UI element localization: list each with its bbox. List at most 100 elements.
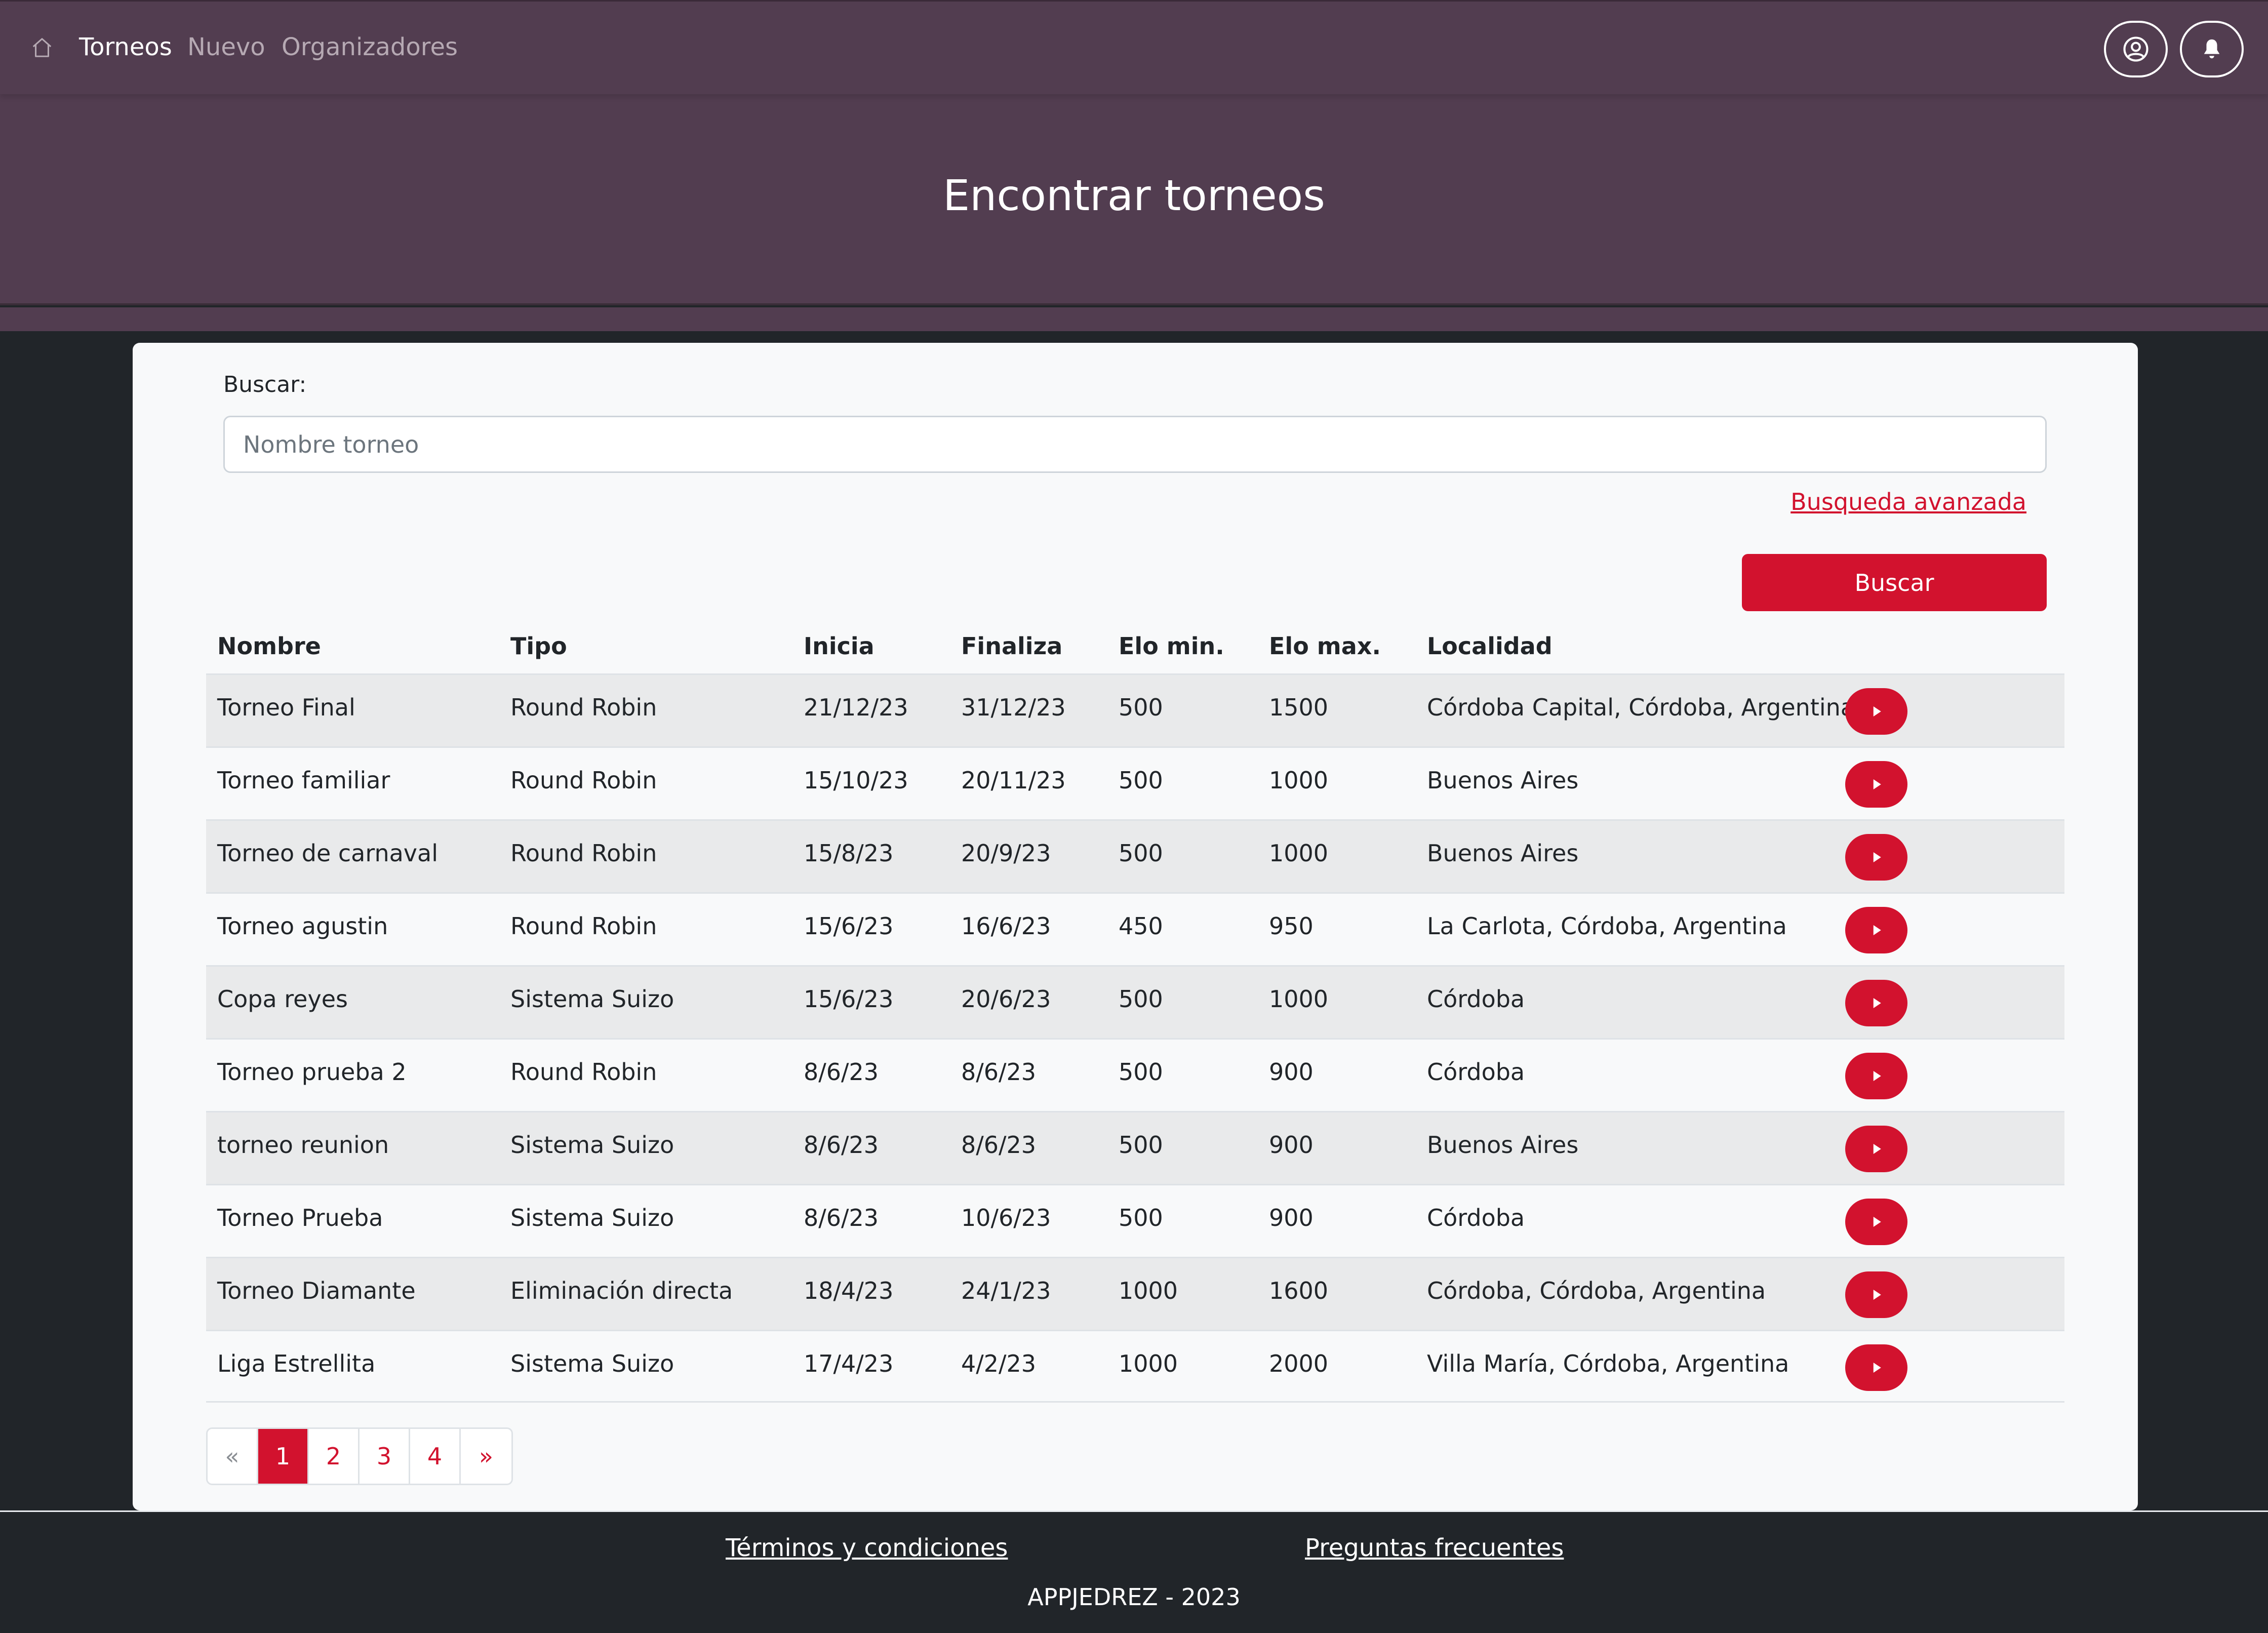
pagination-prev[interactable]: « xyxy=(208,1429,258,1484)
cell-elo-max: 1600 xyxy=(1269,1277,1329,1304)
table-row: Torneo familiar Round Robin 15/10/23 20/11/… xyxy=(206,746,2064,819)
table-header-row: Nombre Tipo Inicia Finaliza Elo min. Elo… xyxy=(206,619,2064,673)
table-row: Torneo Diamante Eliminación directa 18/4/2… xyxy=(206,1257,2064,1330)
cell-nombre: Torneo Diamante xyxy=(217,1277,416,1304)
cell-elo-min: 1000 xyxy=(1119,1277,1178,1304)
cell-nombre: torneo reunion xyxy=(217,1131,389,1159)
cell-nombre: Torneo prueba 2 xyxy=(217,1058,407,1086)
cell-tipo: Sistema Suizo xyxy=(510,1204,674,1231)
cell-finaliza: 24/1/23 xyxy=(961,1277,1051,1304)
cell-localidad: La Carlota, Córdoba, Argentina xyxy=(1427,912,1787,940)
header-strip xyxy=(0,307,2268,331)
view-tournament-button[interactable] xyxy=(1845,1199,1907,1245)
user-profile-button[interactable] xyxy=(2104,21,2168,77)
cell-elo-min: 450 xyxy=(1119,912,1163,940)
view-tournament-button[interactable] xyxy=(1845,1271,1907,1318)
cell-elo-min: 500 xyxy=(1119,767,1163,794)
column-header-tipo: Tipo xyxy=(510,632,567,660)
view-tournament-button[interactable] xyxy=(1845,834,1907,881)
view-tournament-button[interactable] xyxy=(1845,1344,1907,1391)
play-icon xyxy=(1869,1214,1884,1229)
search-input[interactable] xyxy=(223,416,2047,473)
bell-icon xyxy=(2200,36,2223,62)
cell-finaliza: 20/9/23 xyxy=(961,840,1051,867)
cell-inicia: 15/10/23 xyxy=(804,767,908,794)
view-tournament-button[interactable] xyxy=(1845,1126,1907,1172)
cell-nombre: Torneo de carnaval xyxy=(217,840,438,867)
play-icon xyxy=(1869,923,1884,938)
column-header-elo-max: Elo max. xyxy=(1269,632,1381,660)
table-row: Torneo agustin Round Robin 15/6/23 16/6/23 4… xyxy=(206,892,2064,965)
cell-elo-max: 950 xyxy=(1269,912,1314,940)
cell-nombre: Torneo agustin xyxy=(217,912,388,940)
cell-elo-max: 900 xyxy=(1269,1131,1314,1159)
search-label: Buscar: xyxy=(223,372,307,397)
table-row: Torneo Final Round Robin 21/12/23 31/12/23 5… xyxy=(206,673,2064,746)
nav-link-torneos[interactable]: Torneos xyxy=(79,32,172,62)
cell-elo-max: 900 xyxy=(1269,1058,1314,1086)
table-row: Torneo de carnaval Round Robin 15/8/23 20/9… xyxy=(206,819,2064,892)
pagination-next[interactable]: » xyxy=(461,1429,511,1484)
cell-elo-min: 500 xyxy=(1119,1131,1163,1159)
cell-finaliza: 31/12/23 xyxy=(961,694,1066,721)
pagination-page-4[interactable]: 4 xyxy=(410,1429,461,1484)
top-navbar: Torneos Nuevo Organizadores xyxy=(0,0,2268,94)
cell-inicia: 15/6/23 xyxy=(804,985,894,1013)
cell-elo-min: 500 xyxy=(1119,694,1163,721)
cell-tipo: Round Robin xyxy=(510,694,657,721)
play-icon xyxy=(1869,1141,1884,1157)
cell-elo-min: 500 xyxy=(1119,1204,1163,1231)
notifications-button[interactable] xyxy=(2180,21,2244,77)
cell-tipo: Eliminación directa xyxy=(510,1277,733,1304)
play-icon xyxy=(1869,704,1884,719)
cell-tipo: Round Robin xyxy=(510,840,657,867)
search-button[interactable]: Buscar xyxy=(1742,554,2047,611)
cell-localidad: Córdoba xyxy=(1427,1204,1525,1231)
cell-nombre: Torneo Final xyxy=(217,694,355,721)
nav-link-nuevo[interactable]: Nuevo xyxy=(187,32,265,62)
cell-localidad: Villa María, Córdoba, Argentina xyxy=(1427,1350,1789,1377)
footer-copyright: APPJEDREZ - 2023 xyxy=(1027,1583,1241,1611)
view-tournament-button[interactable] xyxy=(1845,1053,1907,1099)
nav-link-organizadores[interactable]: Organizadores xyxy=(282,32,458,62)
cell-finaliza: 20/6/23 xyxy=(961,985,1051,1013)
column-header-finaliza: Finaliza xyxy=(961,632,1063,660)
view-tournament-button[interactable] xyxy=(1845,907,1907,953)
cell-inicia: 17/4/23 xyxy=(804,1350,894,1377)
home-icon[interactable] xyxy=(29,35,55,60)
cell-inicia: 21/12/23 xyxy=(804,694,908,721)
cell-inicia: 8/6/23 xyxy=(804,1058,879,1086)
cell-localidad: Córdoba xyxy=(1427,985,1525,1013)
cell-inicia: 15/8/23 xyxy=(804,840,894,867)
pagination-page-2[interactable]: 2 xyxy=(309,1429,360,1484)
pagination-page-1[interactable]: 1 xyxy=(258,1429,309,1484)
cell-elo-min: 500 xyxy=(1119,1058,1163,1086)
table-row: torneo reunion Sistema Suizo 8/6/23 8/6/23 5… xyxy=(206,1111,2064,1184)
cell-elo-min: 500 xyxy=(1119,985,1163,1013)
cell-tipo: Sistema Suizo xyxy=(510,985,674,1013)
play-icon xyxy=(1869,850,1884,865)
cell-elo-max: 900 xyxy=(1269,1204,1314,1231)
cell-nombre: Copa reyes xyxy=(217,985,348,1013)
cell-elo-max: 1000 xyxy=(1269,985,1329,1013)
cell-inicia: 18/4/23 xyxy=(804,1277,894,1304)
view-tournament-button[interactable] xyxy=(1845,980,1907,1026)
view-tournament-button[interactable] xyxy=(1845,761,1907,808)
cell-inicia: 8/6/23 xyxy=(804,1131,879,1159)
play-icon xyxy=(1869,1360,1884,1375)
cell-tipo: Sistema Suizo xyxy=(510,1131,674,1159)
cell-finaliza: 8/6/23 xyxy=(961,1131,1037,1159)
view-tournament-button[interactable] xyxy=(1845,688,1907,735)
footer-divider xyxy=(0,1510,2268,1512)
cell-inicia: 15/6/23 xyxy=(804,912,894,940)
terms-link[interactable]: Términos y condiciones xyxy=(726,1533,1008,1563)
cell-localidad: Córdoba xyxy=(1427,1058,1525,1086)
faq-link[interactable]: Preguntas frecuentes xyxy=(1305,1533,1564,1563)
pagination-page-3[interactable]: 3 xyxy=(360,1429,410,1484)
play-icon xyxy=(1869,1287,1884,1302)
advanced-search-link[interactable]: Busqueda avanzada xyxy=(1790,487,2026,517)
page-header: Encontrar torneos xyxy=(0,94,2268,305)
cell-tipo: Sistema Suizo xyxy=(510,1350,674,1377)
cell-localidad: Córdoba, Córdoba, Argentina xyxy=(1427,1277,1766,1304)
cell-localidad: Córdoba Capital, Córdoba, Argentina xyxy=(1427,694,1855,721)
